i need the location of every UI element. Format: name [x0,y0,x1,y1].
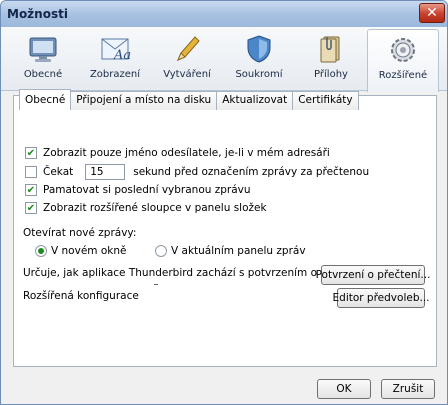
open-new-window-radio[interactable] [35,245,47,257]
pane-compose-label: Vytváření [163,69,211,80]
wait-checkbox[interactable] [25,166,37,178]
wait-label: Čekat [43,166,74,178]
pane-privacy[interactable]: Soukromí [223,29,295,90]
pane-privacy-label: Soukromí [235,69,283,80]
config-editor-button[interactable]: Editor předvoleb... [333,288,430,308]
close-icon: ✕ [426,5,438,21]
pane-display-label: Zobrazení [89,69,141,80]
receipts-button[interactable]: Potvrzení o přečtení... [316,265,430,285]
receipts-text: Určuje, jak aplikace Thunderbird zachází… [23,267,364,279]
window-title: Možnosti [7,7,68,21]
title-bar: Možnosti ✕ [1,1,447,27]
display-icon: Aa [101,38,131,63]
remember-last-row[interactable]: ✔ Pamatovat si poslední vybranou zprávu [25,184,251,196]
pane-general-label: Obecné [23,69,63,80]
privacy-icon [247,35,271,63]
tab-general[interactable]: Obecné [19,89,72,110]
extended-columns-row[interactable]: ✔ Zobrazit rozšířené sloupce v panelu sl… [25,202,267,214]
pane-advanced-label: Rozšířené [378,70,428,81]
pane-attachments[interactable]: Přílohy [295,29,367,90]
advanced-tabs: Obecné Připojení a místo na disku Aktual… [19,89,359,111]
tab-network-disk[interactable]: Připojení a místo na disku [70,91,218,110]
pane-display[interactable]: Aa Zobrazení [79,29,151,90]
wait-seconds-label: sekund před označením zprávy za přečteno… [133,166,370,178]
config-text: Rozšířená konfigurace [23,290,139,302]
svg-text:Aa: Aa [113,48,131,63]
pane-compose[interactable]: Vytváření [151,29,223,90]
open-message-pane-label: V aktuálním panelu zpráv [171,245,306,257]
general-icon [29,37,57,62]
attachments-icon [320,36,340,63]
remember-last-checkbox[interactable]: ✔ [25,184,37,196]
open-message-pane-row[interactable]: V aktuálním panelu zpráv [155,245,306,257]
pane-advanced[interactable]: Rozšířené [367,29,439,92]
ok-button[interactable]: OK [317,379,371,399]
compose-icon [177,36,200,61]
advanced-icon [391,38,415,62]
remember-last-label: Pamatovat si poslední vybranou zprávu [43,184,251,196]
preference-panes: Obecné Aa Zobrazení Vytváření Soukromí P… [1,27,447,92]
pane-attachments-label: Přílohy [314,69,348,80]
open-new-window-row[interactable]: V novém okně [35,245,126,257]
wait-row: Čekat 15 sekund před označením zprávy za… [25,164,369,180]
open-messages-label: Otevírat nové zprávy: [23,227,137,239]
open-message-pane-radio[interactable] [155,245,167,257]
separator-mark [154,284,158,285]
wait-seconds-input[interactable]: 15 [85,164,126,180]
show-name-only-checkbox[interactable]: ✔ [25,147,37,159]
extended-columns-label: Zobrazit rozšířené sloupce v panelu slož… [43,202,267,214]
show-name-only-row[interactable]: ✔ Zobrazit pouze jméno odesílatele, je-l… [25,147,330,159]
tab-certificates[interactable]: Certifikáty [292,91,359,110]
show-name-only-label: Zobrazit pouze jméno odesílatele, je-li … [43,147,330,159]
pane-general[interactable]: Obecné [7,29,79,90]
tab-update[interactable]: Aktualizovat [216,91,294,110]
options-dialog: Možnosti ✕ Obecné Aa Zobrazení Vytváření… [0,0,448,405]
close-button[interactable]: ✕ [419,3,445,23]
extended-columns-checkbox[interactable]: ✔ [25,202,37,214]
open-new-window-label: V novém okně [51,245,127,257]
cancel-button[interactable]: Zrušit [381,379,435,399]
